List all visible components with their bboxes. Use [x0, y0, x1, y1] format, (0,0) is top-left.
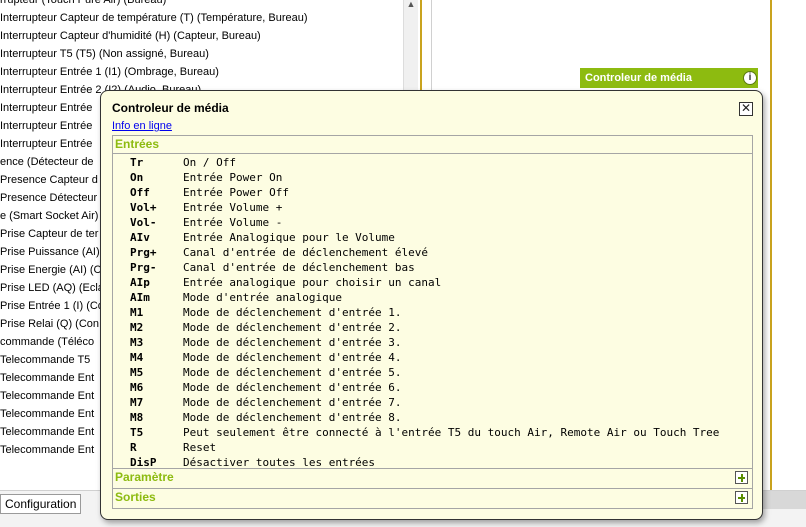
input-code: Prg+	[130, 246, 157, 259]
input-code: M1	[130, 306, 144, 319]
list-item[interactable]: e (Smart Socket Air)	[0, 207, 98, 225]
input-code: Off	[130, 186, 150, 199]
section-entrees-header[interactable]: Entrées	[113, 136, 752, 154]
section-sorties: Sorties	[112, 489, 753, 509]
list-item[interactable]: ence (Détecteur de	[0, 153, 94, 171]
list-item[interactable]: Telecommande T5	[0, 351, 90, 369]
input-code: M3	[130, 336, 144, 349]
list-item[interactable]: Telecommande Ent	[0, 387, 94, 405]
input-code: AIv	[130, 231, 150, 244]
list-item[interactable]: Presence Détecteur	[0, 189, 97, 207]
list-item[interactable]: Interrupteur Capteur de température (T) …	[0, 9, 308, 27]
input-description: Canal d'entrée de déclenchement élevé	[183, 246, 429, 259]
list-item[interactable]: Presence Capteur d	[0, 171, 98, 189]
input-code: T5	[130, 426, 144, 439]
expand-plus-icon[interactable]	[735, 471, 748, 484]
input-description: Entrée analogique pour choisir un canal	[183, 276, 442, 289]
section-parametre: Paramètre	[112, 469, 753, 489]
input-description: Mode de déclenchement d'entrée 5.	[183, 366, 402, 379]
list-item[interactable]: Interrupteur T5 (T5) (Non assigné, Burea…	[0, 45, 209, 63]
popup-title: Controleur de média	[112, 101, 229, 115]
section-entrees: Entrées Tr On / Off On Entrée Power On Off En…	[112, 135, 753, 469]
input-code: AIm	[130, 291, 150, 304]
input-code: On	[130, 171, 144, 184]
input-description: Mode de déclenchement d'entrée 4.	[183, 351, 402, 364]
input-description: Mode de déclenchement d'entrée 8.	[183, 411, 402, 424]
input-code: M4	[130, 351, 144, 364]
input-description: Mode de déclenchement d'entrée 6.	[183, 381, 402, 394]
list-item[interactable]: Prise LED (AQ) (Ecla	[0, 279, 104, 297]
list-item[interactable]: Telecommande Ent	[0, 369, 94, 387]
input-description: Mode d'entrée analogique	[183, 291, 342, 304]
close-icon[interactable]: ✕	[739, 102, 753, 116]
input-code: Vol-	[130, 216, 157, 229]
list-item[interactable]: rrupteur (Touch Pure Air) (Bureau)	[0, 0, 166, 9]
list-item[interactable]: Interrupteur Capteur d'humidité (H) (Cap…	[0, 27, 261, 45]
list-item[interactable]: Prise Entrée 1 (I) (Co	[0, 297, 104, 315]
input-code: M5	[130, 366, 144, 379]
list-item[interactable]: Prise Relai (Q) (Con	[0, 315, 99, 333]
input-description: On / Off	[183, 156, 236, 169]
input-description: Entrée Volume -	[183, 216, 283, 229]
input-description: Mode de déclenchement d'entrée 1.	[183, 306, 402, 319]
input-code: AIp	[130, 276, 150, 289]
input-description: Mode de déclenchement d'entrée 3.	[183, 336, 402, 349]
input-description: Mode de déclenchement d'entrée 7.	[183, 396, 402, 409]
input-code: M7	[130, 396, 144, 409]
input-code: M6	[130, 381, 144, 394]
input-code: M8	[130, 411, 144, 424]
input-description: Entrée Analogique pour le Volume	[183, 231, 395, 244]
input-description: Reset	[183, 441, 217, 454]
node-title[interactable]: Controleur de média	[580, 68, 758, 88]
scroll-up-icon[interactable]: ▲	[404, 0, 418, 10]
input-description: Entrée Volume +	[183, 201, 283, 214]
list-item[interactable]: Interrupteur Entrée	[0, 135, 92, 153]
input-code: Tr	[130, 156, 144, 169]
list-item[interactable]: Interrupteur Entrée 1 (I1) (Ombrage, Bur…	[0, 63, 219, 81]
expand-plus-icon[interactable]	[735, 491, 748, 504]
online-info-link[interactable]: Info en ligne	[112, 120, 172, 132]
input-code: Vol+	[130, 201, 157, 214]
input-code: R	[130, 441, 137, 454]
input-description: Canal d'entrée de déclenchement bas	[183, 261, 415, 274]
input-description: Entrée Power Off	[183, 186, 289, 199]
input-description: Peut seulement être connecté à l'entrée …	[183, 426, 720, 439]
list-item[interactable]: Telecommande Ent	[0, 423, 94, 441]
bottom-scroll-area	[760, 491, 806, 509]
list-item[interactable]: Interrupteur Entrée	[0, 117, 92, 135]
canvas-connection-line	[770, 0, 772, 490]
input-description: Mode de déclenchement d'entrée 2.	[183, 321, 402, 334]
info-icon[interactable]: i	[743, 71, 757, 85]
section-sorties-header[interactable]: Sorties	[113, 489, 752, 507]
list-item[interactable]: Prise Capteur de ter	[0, 225, 98, 243]
list-item[interactable]: Interrupteur Entrée	[0, 99, 92, 117]
input-description: Entrée Power On	[183, 171, 283, 184]
section-parametre-header[interactable]: Paramètre	[113, 469, 752, 487]
input-code: Prg-	[130, 261, 157, 274]
list-item[interactable]: Prise Energie (AI) (C	[0, 261, 101, 279]
list-item[interactable]: Prise Puissance (AI)	[0, 243, 100, 261]
info-popup: Controleur de média ✕ Info en ligne Entr…	[100, 90, 763, 520]
list-item[interactable]: commande (Téléco	[0, 333, 94, 351]
list-item[interactable]: Telecommande Ent	[0, 405, 94, 423]
input-description: Désactiver toutes les entrées	[183, 456, 376, 469]
input-code: M2	[130, 321, 144, 334]
input-code: DisP	[130, 456, 157, 469]
list-item[interactable]: Telecommande Ent	[0, 441, 94, 459]
tab-configuration[interactable]: Configuration	[0, 494, 82, 514]
